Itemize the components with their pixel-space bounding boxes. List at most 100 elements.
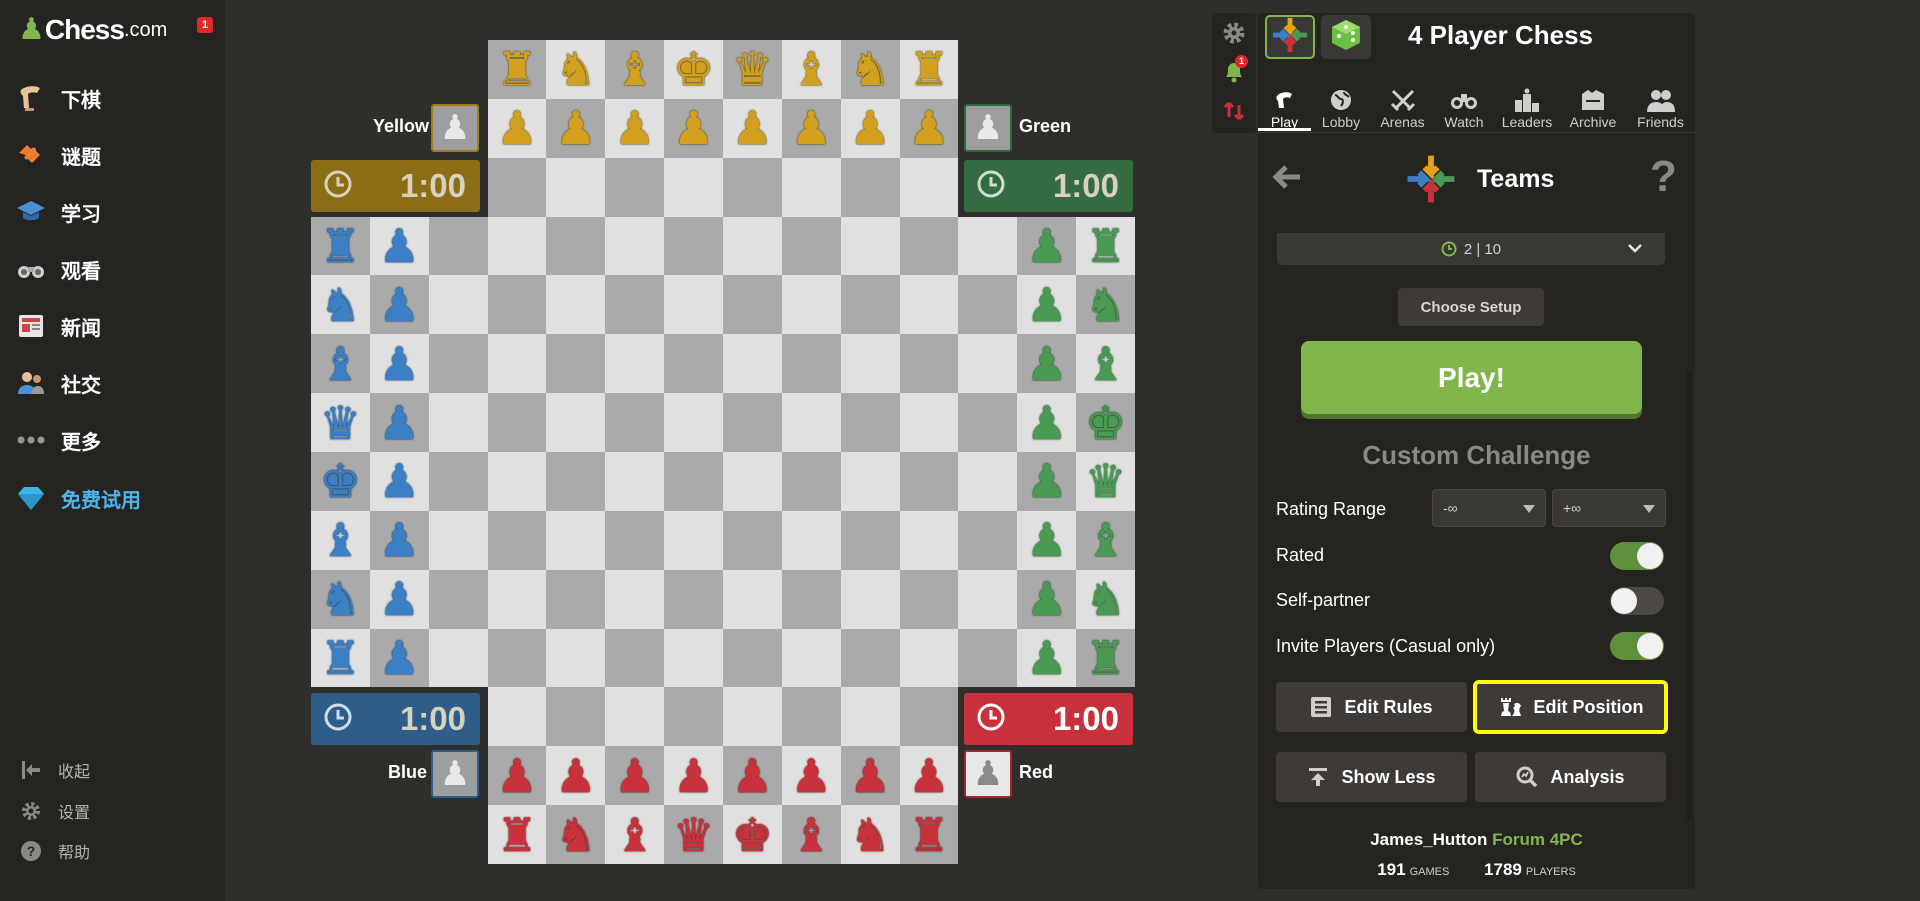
sidebar-item-social[interactable]: 社交	[0, 355, 225, 411]
board-square[interactable]	[428, 275, 488, 335]
board-square[interactable]	[723, 157, 782, 217]
avatar-green[interactable]: ♟	[964, 104, 1012, 152]
board-square[interactable]: ♟	[369, 569, 429, 629]
board-square[interactable]	[899, 510, 959, 570]
board-square[interactable]	[428, 628, 488, 688]
board-square[interactable]: ♟	[781, 746, 841, 806]
board-square[interactable]: ♟	[369, 452, 429, 511]
help-question-icon[interactable]: ?	[1650, 152, 1677, 202]
sidebar-item-play[interactable]: 下棋	[0, 70, 225, 126]
board-square[interactable]	[899, 628, 959, 688]
board-square[interactable]	[546, 452, 606, 511]
board-square[interactable]: ♜	[899, 805, 959, 864]
sidebar-item-news[interactable]: 新闻	[0, 298, 225, 354]
green-chess-piece[interactable]: ♚	[1085, 400, 1126, 446]
board-square[interactable]: ♟	[605, 98, 665, 158]
board-square[interactable]	[487, 334, 547, 394]
board-square[interactable]: ♜	[1076, 216, 1135, 276]
blue-chess-piece[interactable]: ♟	[379, 458, 420, 504]
board-square[interactable]: ♜	[899, 40, 959, 99]
board-square[interactable]: ♟	[369, 510, 429, 570]
board-square[interactable]	[546, 157, 606, 217]
play-button[interactable]: Play!	[1301, 341, 1642, 414]
green-chess-piece[interactable]: ♟	[1026, 517, 1067, 563]
red-chess-piece[interactable]: ♟	[673, 753, 714, 799]
board-square[interactable]	[664, 334, 723, 394]
board-square[interactable]	[840, 334, 900, 394]
back-arrow-icon[interactable]	[1270, 160, 1304, 199]
board-square[interactable]	[840, 687, 900, 747]
self-partner-toggle[interactable]	[1610, 587, 1664, 615]
blue-chess-piece[interactable]: ♞	[320, 576, 361, 622]
sidebar-collapse[interactable]: 收起	[0, 752, 225, 788]
board-square[interactable]: ♛	[311, 393, 370, 452]
board-square[interactable]: ♞	[840, 40, 900, 99]
board-square[interactable]	[487, 393, 547, 452]
board-square[interactable]: ♜	[311, 216, 370, 276]
tab-play[interactable]: Play	[1258, 74, 1311, 130]
board-square[interactable]	[487, 628, 547, 688]
board-square[interactable]: ♟	[899, 98, 959, 158]
green-chess-piece[interactable]: ♟	[1026, 458, 1067, 504]
sidebar-item-watch[interactable]: 观看	[0, 241, 225, 297]
board-square[interactable]	[899, 393, 959, 452]
board-square[interactable]: ♚	[311, 452, 370, 511]
board-square[interactable]	[723, 216, 782, 276]
board-square[interactable]	[723, 510, 782, 570]
blue-chess-piece[interactable]: ♟	[379, 517, 420, 563]
board-square[interactable]: ♟	[1017, 334, 1077, 394]
footer-username[interactable]: James_Hutton	[1370, 830, 1487, 849]
board-square[interactable]	[605, 393, 665, 452]
board-square[interactable]	[664, 628, 723, 688]
board-square[interactable]	[723, 452, 782, 511]
board-square[interactable]: ♟	[487, 746, 547, 806]
rating-max-select[interactable]: +∞	[1552, 489, 1666, 527]
board-square[interactable]: ♝	[605, 40, 665, 99]
board-square[interactable]	[899, 569, 959, 629]
board-square[interactable]	[428, 510, 488, 570]
sidebar-item-learn[interactable]: 学习	[0, 184, 225, 240]
chess-com-logo[interactable]: ♟ Chess .com	[18, 14, 167, 46]
board-square[interactable]	[723, 687, 782, 747]
green-chess-piece[interactable]: ♝	[1085, 517, 1126, 563]
board-square[interactable]	[605, 687, 665, 747]
yellow-chess-piece[interactable]: ♟	[850, 105, 891, 151]
green-chess-piece[interactable]: ♛	[1085, 458, 1126, 504]
board-square[interactable]: ♝	[781, 40, 841, 99]
green-chess-piece[interactable]: ♟	[1026, 282, 1067, 328]
yellow-chess-piece[interactable]: ♞	[555, 46, 596, 92]
yellow-chess-piece[interactable]: ♟	[555, 105, 596, 151]
board-square[interactable]: ♝	[1076, 334, 1135, 394]
board-square[interactable]	[605, 275, 665, 335]
board-square[interactable]: ♟	[369, 334, 429, 394]
red-chess-piece[interactable]: ♟	[496, 753, 537, 799]
board-square[interactable]: ♟	[781, 98, 841, 158]
board-square[interactable]	[840, 569, 900, 629]
board-square[interactable]	[546, 334, 606, 394]
blue-chess-piece[interactable]: ♟	[379, 341, 420, 387]
green-chess-piece[interactable]: ♜	[1085, 223, 1126, 269]
blue-chess-piece[interactable]: ♟	[379, 400, 420, 446]
yellow-chess-piece[interactable]: ♟	[673, 105, 714, 151]
yellow-chess-piece[interactable]: ♛	[732, 46, 773, 92]
rating-min-select[interactable]: -∞	[1432, 489, 1546, 527]
red-chess-piece[interactable]: ♝	[614, 812, 655, 858]
board-square[interactable]: ♟	[369, 393, 429, 452]
blue-chess-piece[interactable]: ♟	[379, 223, 420, 269]
board-square[interactable]	[487, 569, 547, 629]
board-square[interactable]	[664, 157, 723, 217]
tab-friends[interactable]: Friends	[1626, 74, 1695, 130]
board-square[interactable]	[605, 216, 665, 276]
blue-chess-piece[interactable]: ♟	[379, 576, 420, 622]
board-square[interactable]	[958, 628, 1018, 688]
red-chess-piece[interactable]: ♜	[908, 812, 949, 858]
green-chess-piece[interactable]: ♜	[1085, 635, 1126, 681]
board-square[interactable]	[899, 216, 959, 276]
red-chess-piece[interactable]: ♟	[614, 753, 655, 799]
blue-chess-piece[interactable]: ♟	[379, 282, 420, 328]
board-square[interactable]	[546, 393, 606, 452]
show-less-button[interactable]: Show Less	[1276, 752, 1467, 802]
yellow-chess-piece[interactable]: ♟	[791, 105, 832, 151]
tab-arenas[interactable]: Arenas	[1371, 74, 1434, 130]
board-square[interactable]	[428, 216, 488, 276]
